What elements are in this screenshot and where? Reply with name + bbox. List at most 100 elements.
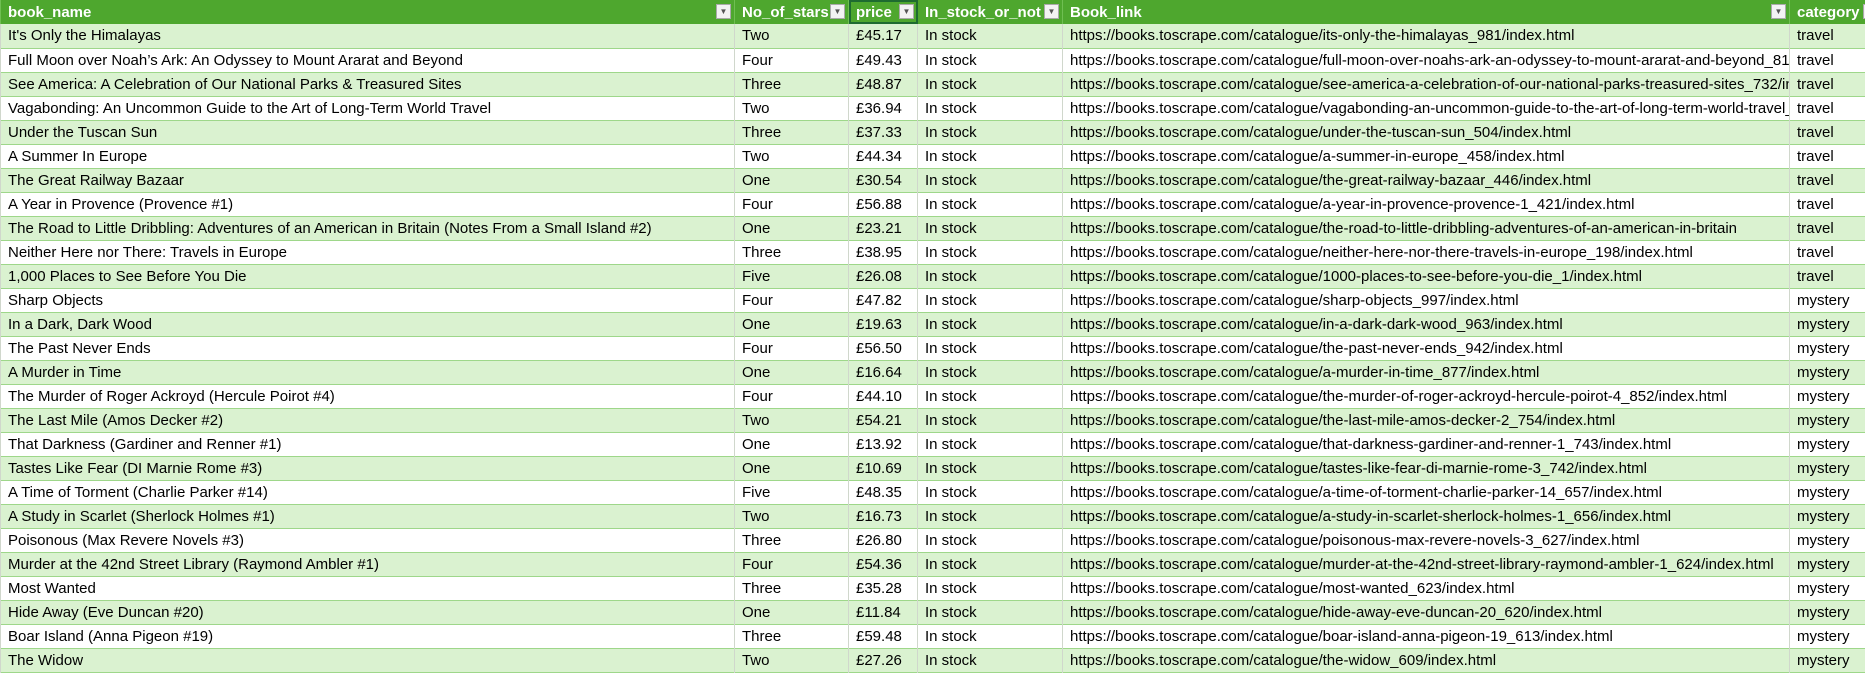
cell-no_of_stars[interactable]: Two [735, 144, 849, 168]
cell-book_link[interactable]: https://books.toscrape.com/catalogue/its… [1063, 24, 1790, 48]
cell-book_name[interactable]: A Murder in Time [1, 360, 735, 384]
filter-dropdown-icon[interactable]: ▼ [1044, 4, 1059, 19]
cell-category[interactable]: travel [1790, 120, 1865, 144]
cell-book_link[interactable]: https://books.toscrape.com/catalogue/a-m… [1063, 360, 1790, 384]
cell-no_of_stars[interactable]: Three [735, 624, 849, 648]
cell-book_name[interactable]: In a Dark, Dark Wood [1, 312, 735, 336]
cell-price[interactable]: £23.21 [849, 216, 918, 240]
column-header-no_of_stars[interactable]: No_of_stars▼ [735, 0, 849, 24]
cell-no_of_stars[interactable]: Four [735, 288, 849, 312]
filter-dropdown-icon[interactable]: ▼ [1771, 4, 1786, 19]
cell-category[interactable]: mystery [1790, 528, 1865, 552]
cell-no_of_stars[interactable]: Five [735, 264, 849, 288]
cell-price[interactable]: £19.63 [849, 312, 918, 336]
cell-book_link[interactable]: https://books.toscrape.com/catalogue/boa… [1063, 624, 1790, 648]
cell-price[interactable]: £47.82 [849, 288, 918, 312]
cell-price[interactable]: £37.33 [849, 120, 918, 144]
cell-book_link[interactable]: https://books.toscrape.com/catalogue/tha… [1063, 432, 1790, 456]
cell-category[interactable]: travel [1790, 144, 1865, 168]
cell-book_link[interactable]: https://books.toscrape.com/catalogue/the… [1063, 216, 1790, 240]
cell-book_name[interactable]: Under the Tuscan Sun [1, 120, 735, 144]
cell-book_link[interactable]: https://books.toscrape.com/catalogue/poi… [1063, 528, 1790, 552]
cell-in_stock_or_not[interactable]: In stock [918, 144, 1063, 168]
cell-in_stock_or_not[interactable]: In stock [918, 120, 1063, 144]
cell-in_stock_or_not[interactable]: In stock [918, 336, 1063, 360]
cell-in_stock_or_not[interactable]: In stock [918, 600, 1063, 624]
cell-category[interactable]: travel [1790, 216, 1865, 240]
cell-no_of_stars[interactable]: One [735, 432, 849, 456]
cell-category[interactable]: mystery [1790, 648, 1865, 672]
cell-in_stock_or_not[interactable]: In stock [918, 648, 1063, 672]
cell-category[interactable]: travel [1790, 264, 1865, 288]
cell-in_stock_or_not[interactable]: In stock [918, 168, 1063, 192]
cell-book_link[interactable]: https://books.toscrape.com/catalogue/100… [1063, 264, 1790, 288]
cell-category[interactable]: travel [1790, 48, 1865, 72]
cell-no_of_stars[interactable]: Two [735, 96, 849, 120]
cell-category[interactable]: mystery [1790, 600, 1865, 624]
cell-price[interactable]: £13.92 [849, 432, 918, 456]
cell-book_name[interactable]: That Darkness (Gardiner and Renner #1) [1, 432, 735, 456]
cell-in_stock_or_not[interactable]: In stock [918, 312, 1063, 336]
cell-category[interactable]: travel [1790, 96, 1865, 120]
cell-in_stock_or_not[interactable]: In stock [918, 264, 1063, 288]
column-header-category[interactable]: category▼ [1790, 0, 1865, 24]
cell-book_link[interactable]: https://books.toscrape.com/catalogue/ful… [1063, 48, 1790, 72]
cell-price[interactable]: £27.26 [849, 648, 918, 672]
cell-book_name[interactable]: See America: A Celebration of Our Nation… [1, 72, 735, 96]
cell-price[interactable]: £54.21 [849, 408, 918, 432]
cell-book_link[interactable]: https://books.toscrape.com/catalogue/mos… [1063, 576, 1790, 600]
cell-category[interactable]: mystery [1790, 312, 1865, 336]
cell-book_link[interactable]: https://books.toscrape.com/catalogue/mur… [1063, 552, 1790, 576]
cell-no_of_stars[interactable]: Four [735, 192, 849, 216]
cell-in_stock_or_not[interactable]: In stock [918, 72, 1063, 96]
cell-book_link[interactable]: https://books.toscrape.com/catalogue/a-s… [1063, 144, 1790, 168]
cell-book_name[interactable]: A Study in Scarlet (Sherlock Holmes #1) [1, 504, 735, 528]
cell-in_stock_or_not[interactable]: In stock [918, 360, 1063, 384]
cell-in_stock_or_not[interactable]: In stock [918, 240, 1063, 264]
cell-book_link[interactable]: https://books.toscrape.com/catalogue/the… [1063, 168, 1790, 192]
cell-price[interactable]: £10.69 [849, 456, 918, 480]
cell-category[interactable]: mystery [1790, 576, 1865, 600]
cell-category[interactable]: mystery [1790, 336, 1865, 360]
cell-price[interactable]: £56.88 [849, 192, 918, 216]
cell-book_name[interactable]: A Year in Provence (Provence #1) [1, 192, 735, 216]
cell-in_stock_or_not[interactable]: In stock [918, 192, 1063, 216]
cell-book_name[interactable]: Vagabonding: An Uncommon Guide to the Ar… [1, 96, 735, 120]
cell-book_link[interactable]: https://books.toscrape.com/catalogue/the… [1063, 648, 1790, 672]
cell-no_of_stars[interactable]: Four [735, 48, 849, 72]
cell-price[interactable]: £11.84 [849, 600, 918, 624]
cell-book_link[interactable]: https://books.toscrape.com/catalogue/nei… [1063, 240, 1790, 264]
cell-category[interactable]: travel [1790, 168, 1865, 192]
cell-no_of_stars[interactable]: Five [735, 480, 849, 504]
cell-in_stock_or_not[interactable]: In stock [918, 480, 1063, 504]
cell-in_stock_or_not[interactable]: In stock [918, 624, 1063, 648]
cell-book_name[interactable]: The Last Mile (Amos Decker #2) [1, 408, 735, 432]
cell-in_stock_or_not[interactable]: In stock [918, 552, 1063, 576]
cell-book_name[interactable]: 1,000 Places to See Before You Die [1, 264, 735, 288]
cell-in_stock_or_not[interactable]: In stock [918, 384, 1063, 408]
cell-category[interactable]: mystery [1790, 504, 1865, 528]
cell-category[interactable]: mystery [1790, 480, 1865, 504]
column-header-price[interactable]: price▼ [849, 0, 918, 24]
filter-dropdown-icon[interactable]: ▼ [899, 4, 914, 19]
cell-price[interactable]: £44.10 [849, 384, 918, 408]
cell-book_name[interactable]: It's Only the Himalayas [1, 24, 735, 48]
cell-book_link[interactable]: https://books.toscrape.com/catalogue/tas… [1063, 456, 1790, 480]
cell-category[interactable]: mystery [1790, 408, 1865, 432]
column-header-book_name[interactable]: book_name▼ [1, 0, 735, 24]
cell-no_of_stars[interactable]: Two [735, 24, 849, 48]
cell-category[interactable]: mystery [1790, 360, 1865, 384]
cell-book_name[interactable]: The Road to Little Dribbling: Adventures… [1, 216, 735, 240]
cell-in_stock_or_not[interactable]: In stock [918, 408, 1063, 432]
cell-in_stock_or_not[interactable]: In stock [918, 456, 1063, 480]
cell-price[interactable]: £45.17 [849, 24, 918, 48]
cell-no_of_stars[interactable]: Two [735, 504, 849, 528]
cell-no_of_stars[interactable]: One [735, 168, 849, 192]
cell-in_stock_or_not[interactable]: In stock [918, 528, 1063, 552]
cell-no_of_stars[interactable]: One [735, 312, 849, 336]
cell-book_link[interactable]: https://books.toscrape.com/catalogue/sha… [1063, 288, 1790, 312]
cell-no_of_stars[interactable]: Three [735, 528, 849, 552]
cell-price[interactable]: £44.34 [849, 144, 918, 168]
cell-book_link[interactable]: https://books.toscrape.com/catalogue/see… [1063, 72, 1790, 96]
cell-no_of_stars[interactable]: Four [735, 336, 849, 360]
